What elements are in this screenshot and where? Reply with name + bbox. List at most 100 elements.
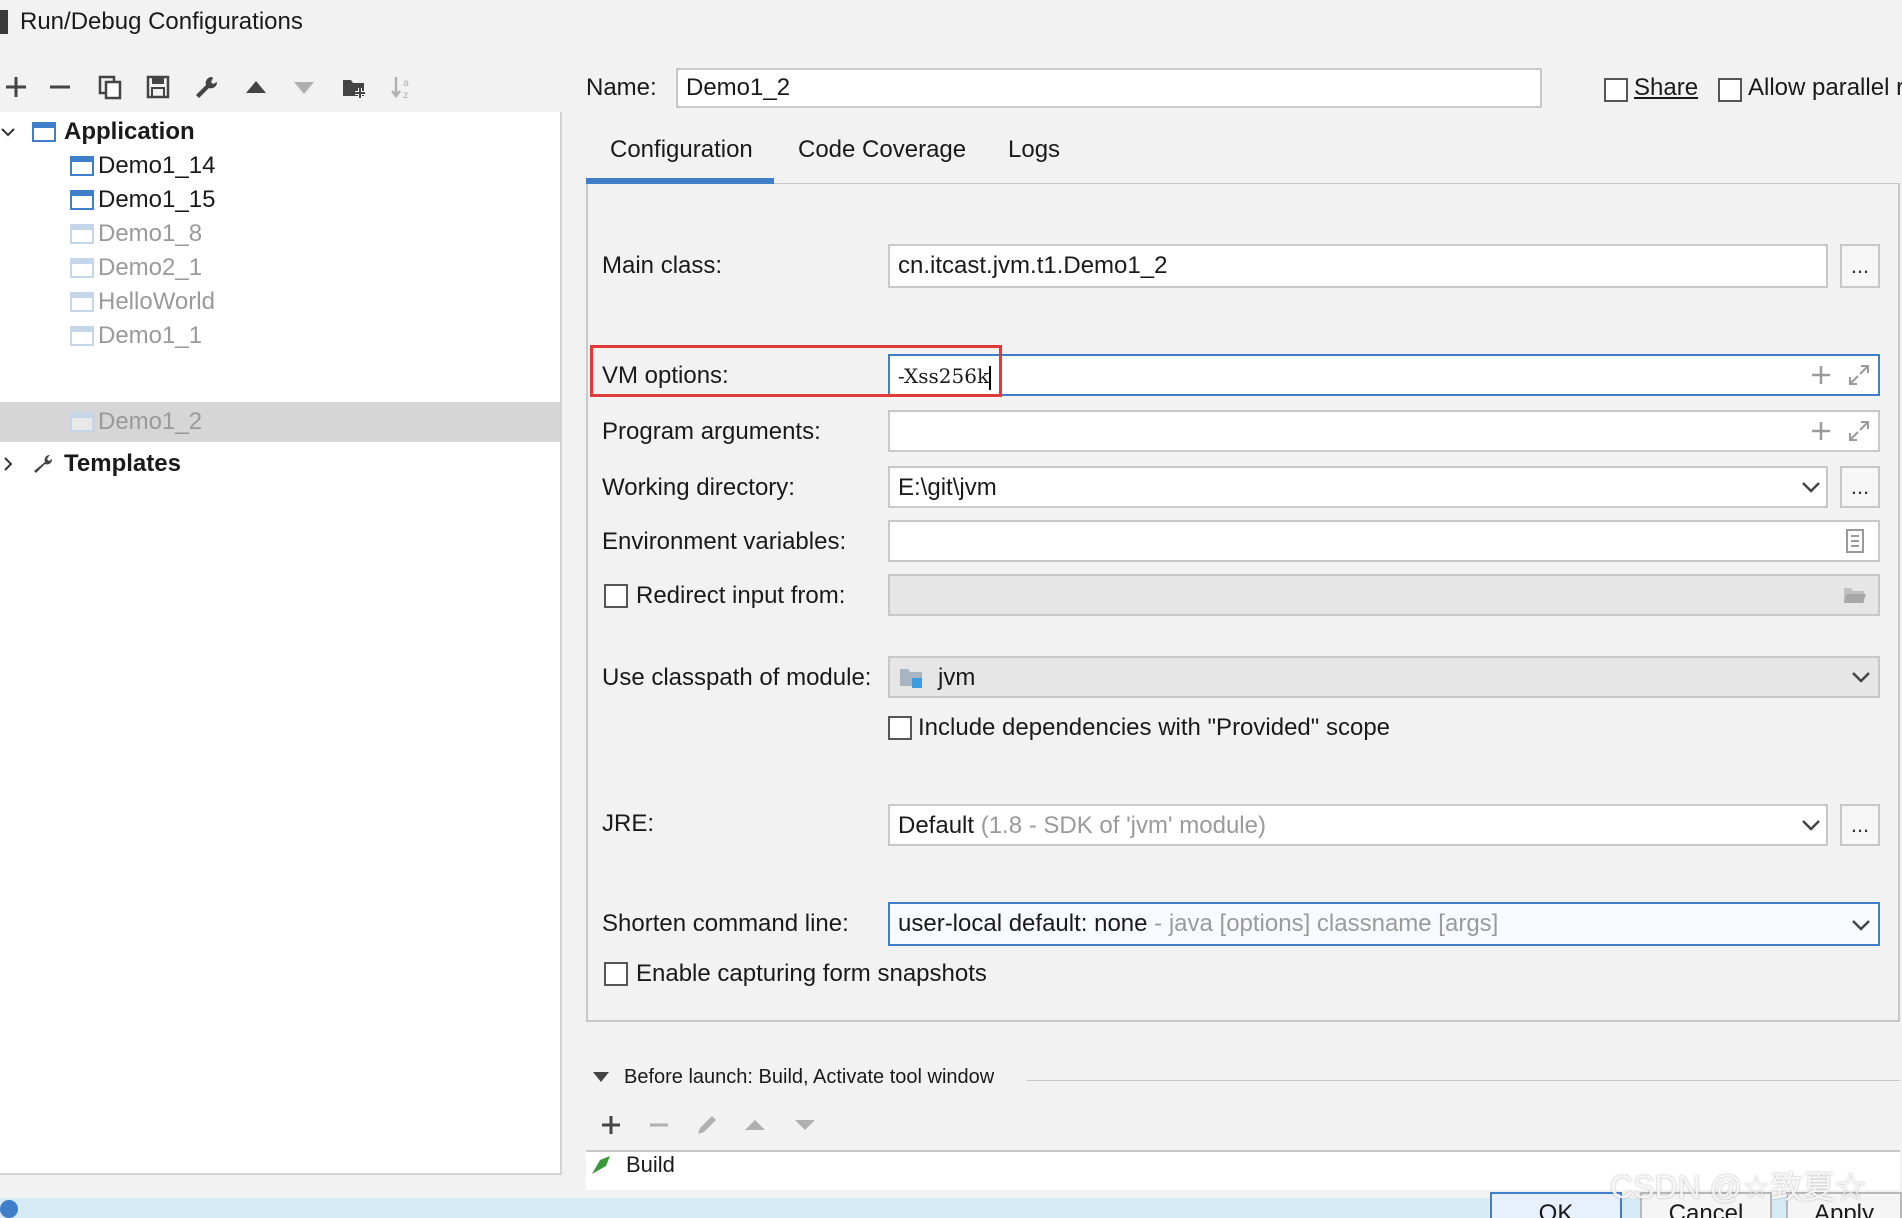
save-icon[interactable]: [142, 71, 174, 103]
chevron-down-icon[interactable]: [0, 124, 16, 140]
module-folder-icon: [900, 669, 922, 688]
tab-logs[interactable]: Logs: [1008, 136, 1060, 164]
share-label: Share: [1634, 74, 1699, 101]
include-dependencies-checkbox[interactable]: [888, 716, 912, 740]
title-bar: Run/Debug Configurations: [0, 0, 1902, 44]
add-icon[interactable]: [0, 71, 32, 103]
tree-item-demo1-1[interactable]: Demo1_1: [0, 316, 560, 356]
add-icon[interactable]: [598, 1112, 624, 1138]
chevron-down-icon[interactable]: [1848, 664, 1874, 690]
wrench-icon[interactable]: [190, 71, 222, 103]
tree-node-label: Application: [64, 118, 195, 145]
tree-item-demo1-2[interactable]: Demo1_2: [0, 402, 560, 442]
share-checkbox[interactable]: [1604, 78, 1628, 102]
environment-variables-input[interactable]: [888, 520, 1880, 562]
working-directory-label: Working directory:: [602, 474, 795, 501]
chevron-down-icon[interactable]: [1798, 474, 1824, 500]
copy-icon[interactable]: [94, 71, 126, 103]
chevron-down-icon[interactable]: [1848, 912, 1874, 938]
tree-item-label: HelloWorld: [98, 288, 215, 315]
document-icon[interactable]: [1842, 528, 1868, 554]
tree-item-label: Demo1_1: [98, 322, 203, 349]
classpath-module-select[interactable]: jvm: [888, 656, 1880, 698]
jre-label: JRE:: [602, 810, 655, 837]
main-class-browse-button[interactable]: ...: [1840, 244, 1880, 288]
plus-icon[interactable]: [1808, 418, 1834, 444]
wrench-icon: [34, 454, 53, 473]
svg-text:a: a: [403, 78, 409, 89]
ok-button[interactable]: OK: [1490, 1192, 1622, 1218]
sort-icon[interactable]: az: [386, 71, 418, 103]
move-up-icon[interactable]: [742, 1112, 768, 1138]
tab-configuration[interactable]: Configuration: [610, 136, 753, 164]
program-arguments-label: Program arguments:: [602, 418, 821, 445]
application-icon: [70, 326, 94, 346]
tree-node-templates[interactable]: Templates: [0, 444, 560, 484]
expand-icon[interactable]: [1846, 418, 1872, 444]
redirect-input-label: Redirect input from:: [636, 582, 846, 609]
configuration-tree: Application Demo1_14 Demo1_15 Demo1_8 De…: [0, 112, 562, 1175]
include-dependencies-label: Include dependencies with "Provided" sco…: [918, 714, 1391, 741]
tree-node-label: Templates: [64, 450, 181, 477]
move-down-icon[interactable]: [288, 71, 320, 103]
classpath-module-label: Use classpath of module:: [602, 664, 872, 691]
application-icon: [70, 292, 94, 312]
name-input[interactable]: Demo1_2: [676, 68, 1542, 108]
remove-icon[interactable]: [646, 1112, 672, 1138]
app-icon: [0, 10, 8, 34]
application-icon: [70, 190, 94, 210]
before-launch-label: Before launch: Build, Activate tool wind…: [624, 1066, 995, 1088]
svg-text:z: z: [403, 90, 408, 101]
plus-icon[interactable]: [1808, 362, 1834, 388]
build-icon: [592, 1156, 610, 1174]
watermark: CSDN @☆致夏☆: [1610, 1169, 1867, 1205]
move-down-icon[interactable]: [792, 1112, 818, 1138]
shorten-value: user-local default: none: [898, 910, 1148, 937]
application-icon: [70, 258, 94, 278]
working-directory-input[interactable]: E:\git\jvm: [888, 466, 1828, 508]
chevron-down-icon[interactable]: [1798, 812, 1824, 838]
expand-icon[interactable]: [1846, 362, 1872, 388]
build-item-label[interactable]: Build: [626, 1152, 675, 1178]
chevron-right-icon[interactable]: [0, 456, 16, 472]
jre-select[interactable]: Default (1.8 - SDK of 'jvm' module): [888, 804, 1828, 846]
highlight-box: [590, 345, 1002, 397]
remove-icon[interactable]: [44, 71, 76, 103]
name-label: Name:: [586, 74, 657, 101]
folder-add-icon[interactable]: [338, 71, 370, 103]
jre-hint: (1.8 - SDK of 'jvm' module): [980, 812, 1266, 839]
tree-item-label: Demo1_15: [98, 186, 216, 213]
allow-parallel-label: Allow parallel ru: [1748, 74, 1902, 101]
shorten-hint: - java [options] classname [args]: [1154, 910, 1499, 937]
tree-item-label: Demo1_2: [98, 408, 203, 435]
tree-item-label: Demo2_1: [98, 254, 203, 281]
move-up-icon[interactable]: [240, 71, 272, 103]
edit-icon[interactable]: [694, 1112, 720, 1138]
allow-parallel-checkbox[interactable]: [1718, 78, 1742, 102]
application-icon: [70, 156, 94, 176]
folder-open-icon: [1844, 588, 1866, 603]
environment-variables-label: Environment variables:: [602, 528, 847, 555]
tab-code-coverage[interactable]: Code Coverage: [798, 136, 966, 164]
enable-capturing-label: Enable capturing form snapshots: [636, 960, 987, 987]
program-arguments-input[interactable]: [888, 410, 1880, 452]
help-icon[interactable]: [0, 1200, 18, 1218]
tree-item-label: Demo1_8: [98, 220, 203, 247]
vm-options-input[interactable]: -Xss256k: [888, 354, 1880, 396]
application-icon: [70, 224, 94, 244]
shorten-command-line-label: Shorten command line:: [602, 910, 849, 937]
redirect-input-field: [888, 574, 1880, 616]
tree-item-label: Demo1_14: [98, 152, 216, 179]
redirect-input-checkbox[interactable]: [604, 584, 628, 608]
working-directory-browse-button[interactable]: ...: [1840, 466, 1880, 508]
jre-browse-button[interactable]: ...: [1840, 804, 1880, 846]
collapse-triangle-icon[interactable]: [592, 1070, 610, 1084]
application-icon: [70, 412, 94, 432]
before-launch-divider: [1026, 1080, 1900, 1081]
shorten-command-line-select[interactable]: user-local default: none - java [options…: [888, 902, 1880, 946]
main-class-input[interactable]: cn.itcast.jvm.t1.Demo1_2: [888, 244, 1828, 288]
jre-value: Default: [898, 812, 975, 839]
window-title: Run/Debug Configurations: [20, 8, 303, 35]
main-class-label: Main class:: [602, 252, 723, 279]
enable-capturing-checkbox[interactable]: [604, 962, 628, 986]
